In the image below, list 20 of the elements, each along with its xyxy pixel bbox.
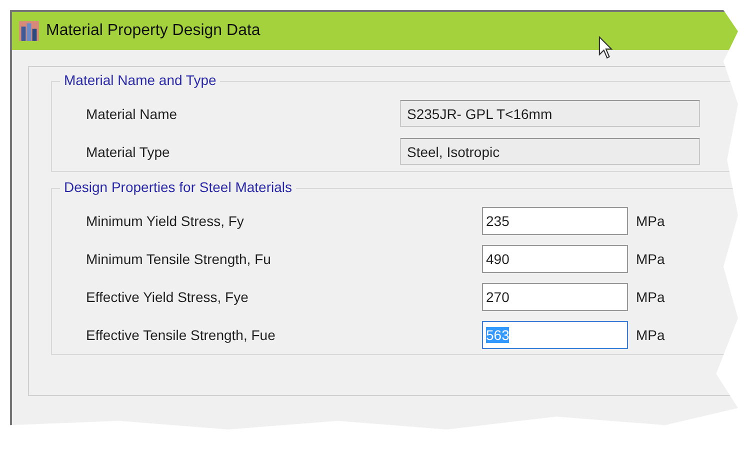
input-field[interactable]: 490 bbox=[482, 244, 628, 272]
window-title: Material Property Design Data bbox=[46, 22, 260, 40]
group-title: Material Name and Type bbox=[60, 72, 220, 88]
mouse-pointer-icon bbox=[598, 36, 614, 60]
group-title: Design Properties for Steel Materials bbox=[60, 179, 296, 195]
input-field[interactable]: 270 bbox=[482, 282, 628, 310]
field-label: Material Name bbox=[86, 106, 178, 122]
buildings-icon bbox=[18, 20, 40, 42]
unit-label: MPa bbox=[636, 250, 665, 266]
readonly-field: Steel, Isotropic bbox=[400, 138, 700, 165]
unit-label: MPa bbox=[636, 288, 665, 304]
field-label: Minimum Yield Stress, Fy bbox=[86, 212, 245, 228]
field-label: Material Type bbox=[86, 144, 171, 160]
unit-label: MPa bbox=[636, 326, 665, 342]
field-label: Effective Tensile Strength, Fue bbox=[86, 326, 276, 342]
input-field[interactable]: 235 bbox=[482, 206, 628, 234]
field-label: Minimum Tensile Strength, Fu bbox=[86, 250, 272, 266]
unit-label: MPa bbox=[636, 212, 665, 228]
field-label: Effective Yield Stress, Fye bbox=[86, 288, 250, 304]
readonly-field: S235JR- GPL T<16mm bbox=[400, 100, 700, 127]
